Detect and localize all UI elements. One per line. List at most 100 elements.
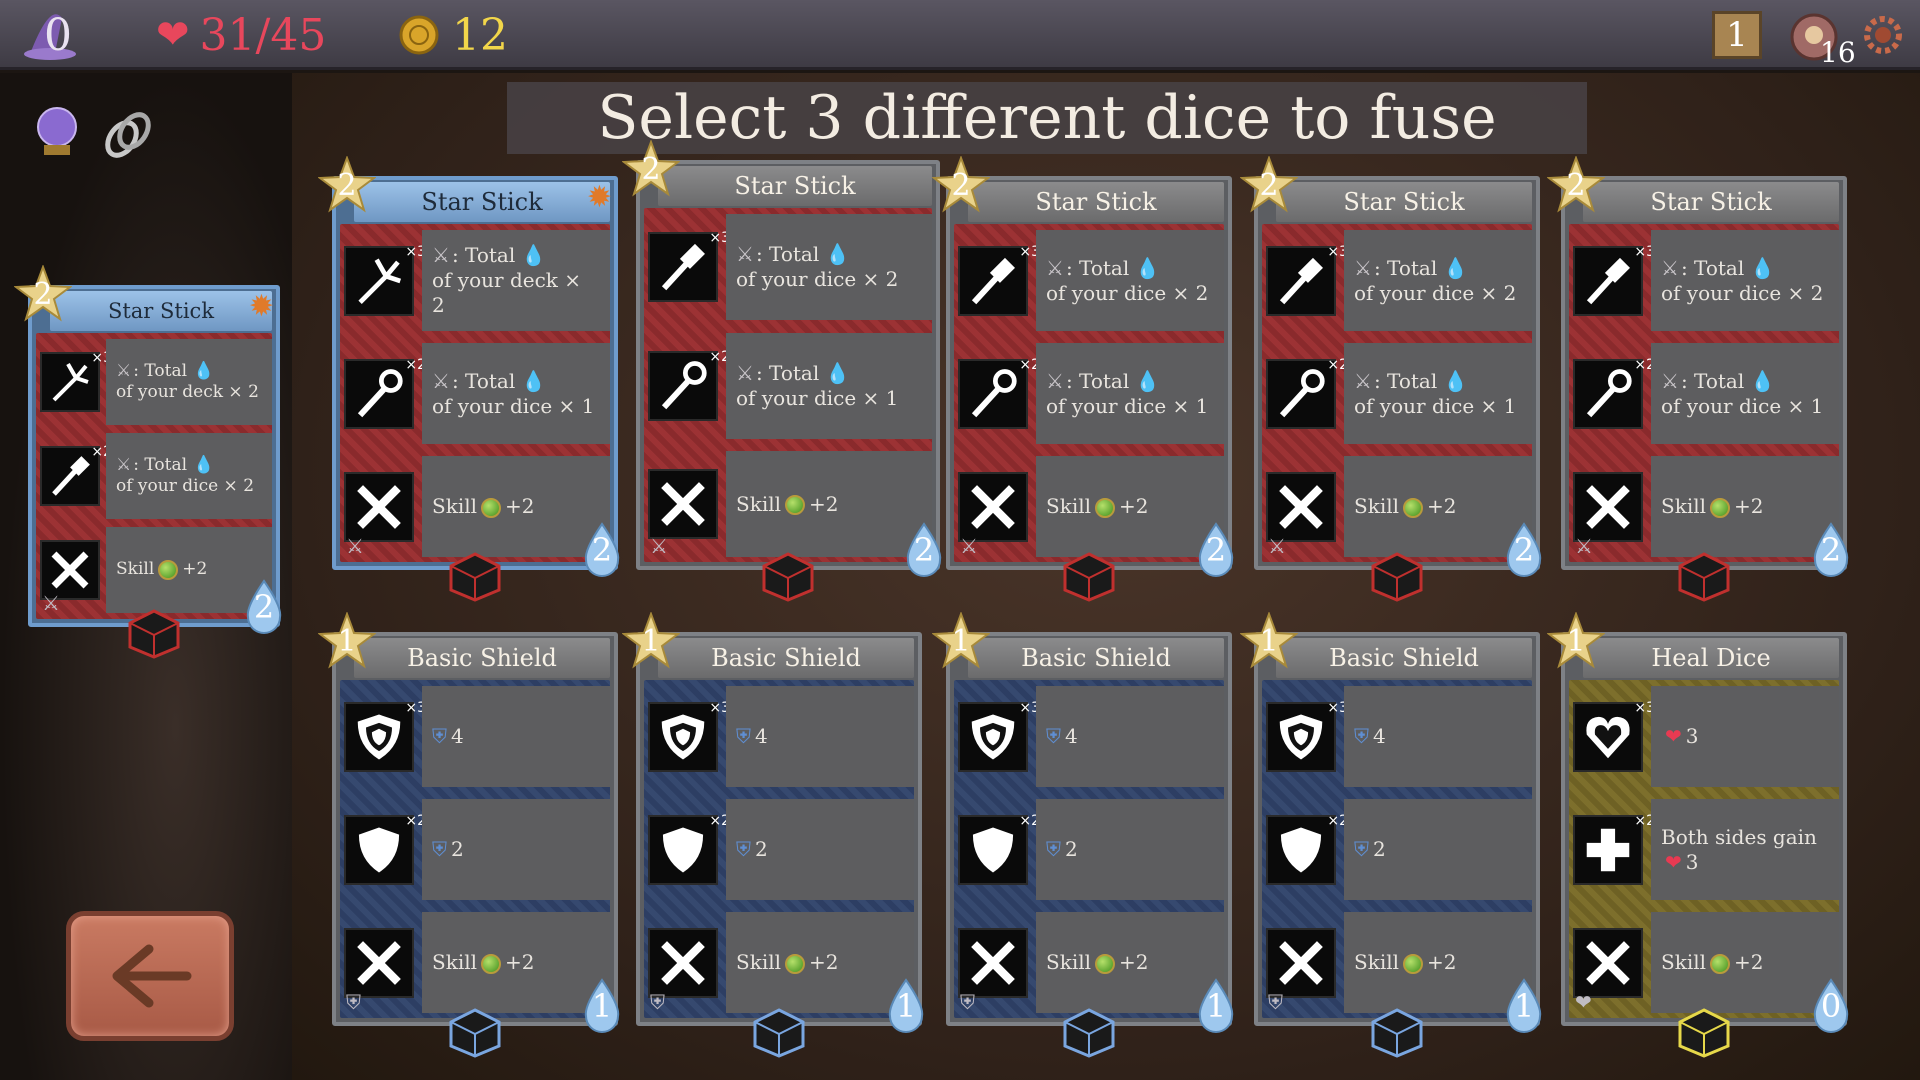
level-star: 2 bbox=[318, 156, 376, 214]
dice-card[interactable]: Star Stick ×3 ⚔: Total 💧 of your dice × 2 ×2 ⚔… bbox=[622, 140, 942, 602]
face-description: Both sides gain ❤ 3 bbox=[1651, 799, 1839, 900]
green-gem-icon bbox=[785, 953, 806, 974]
face-description: ⚔: Total 💧 of your dice × 1 bbox=[726, 333, 932, 439]
face-description: ⚔: Total 💧 of your deck × 2 bbox=[106, 339, 272, 425]
settings-button[interactable] bbox=[1858, 8, 1908, 62]
skill-label: Skill bbox=[1661, 950, 1707, 974]
sword-icon: ⚔ bbox=[736, 242, 754, 266]
face-line1: : Total bbox=[755, 361, 820, 385]
skill-value: +2 bbox=[809, 491, 839, 516]
dice-face: ×3 ⛨ 4 bbox=[644, 686, 914, 787]
cost-drop: 1 bbox=[884, 978, 928, 1034]
sword-icon: ⚔ bbox=[1046, 368, 1064, 393]
crest-shield-icon: ×3 bbox=[648, 700, 730, 772]
dice-face: ×2 ⚔: Total 💧 of your dice × 1 bbox=[954, 343, 1224, 444]
shield-value-icon: ⛨ bbox=[1046, 837, 1061, 861]
face-description: ⚔: Total 💧 of your deck × 2 bbox=[422, 230, 610, 331]
dice-face: Skill +2 bbox=[644, 451, 932, 557]
dice-face: ×3 ⚔: Total 💧 of your deck × 2 bbox=[36, 339, 272, 425]
face-line2: of your dice × 2 bbox=[116, 475, 255, 496]
skill-value: +2 bbox=[505, 494, 535, 518]
sword-icon: ⚔ bbox=[1661, 255, 1679, 280]
dice-card[interactable]: Basic Shield ×3 ⛨ 4 ×2 ⛨ 2 Skill +2 ⛨ 1 1 bbox=[318, 612, 620, 1058]
face-value: 2 bbox=[451, 837, 464, 861]
selected-dice-card[interactable]: Star Stick ✹ ×3 ⚔: Total 💧 of your deck × … bbox=[14, 265, 282, 659]
skill-label: Skill bbox=[116, 559, 155, 580]
shield-value-icon: ⛨ bbox=[736, 724, 751, 748]
face-description: ⛨ 2 bbox=[1036, 799, 1224, 900]
map-button[interactable]: 1 bbox=[1712, 8, 1766, 62]
dice-face: ×2 ⚔: Total 💧 of your dice × 1 bbox=[340, 343, 610, 444]
dice-card[interactable]: Basic Shield ×3 ⛨ 4 ×2 ⛨ 2 Skill +2 ⛨ 1 1 bbox=[932, 612, 1234, 1058]
face-line1: : Total bbox=[133, 454, 188, 475]
dice-face: ×3 ⚔: Total 💧 of your dice × 2 bbox=[1569, 230, 1839, 331]
shield-value-icon: ⛨ bbox=[1354, 724, 1369, 748]
cross-icon bbox=[958, 471, 1028, 542]
cost-drop: 1 bbox=[1502, 978, 1546, 1034]
dice-face: Skill +2 bbox=[954, 912, 1224, 1013]
dice-face: ×3 ⚔: Total 💧 of your deck × 2 bbox=[340, 230, 610, 331]
face-description: ⚔: Total 💧 of your dice × 1 bbox=[422, 343, 610, 444]
green-gem-icon bbox=[1710, 953, 1731, 974]
dice-card[interactable]: Basic Shield ×3 ⛨ 4 ×2 ⛨ 2 Skill +2 ⛨ 1 1 bbox=[1240, 612, 1542, 1058]
face-description: ⚔: Total 💧 of your dice × 1 bbox=[1344, 343, 1532, 444]
face-line1: Both sides gain bbox=[1661, 824, 1817, 849]
skill-label: Skill bbox=[432, 950, 478, 974]
dice-face: ×3 ⚔: Total 💧 of your dice × 2 bbox=[1262, 230, 1532, 331]
dice-card[interactable]: Heal Dice ×3 ❤ 3 ×2 Both sides gain ❤ 3 Skill +2 ❤… bbox=[1547, 612, 1849, 1058]
dice-card[interactable]: Basic Shield ×3 ⛨ 4 ×2 ⛨ 2 Skill +2 ⛨ 1 1 bbox=[622, 612, 924, 1058]
face-line2: of your dice × 1 bbox=[1046, 393, 1209, 418]
dice-card[interactable]: Star Stick ×3 ⚔: Total 💧 of your dice × 2 ×2 ⚔… bbox=[1547, 156, 1849, 602]
face-line1: : Total bbox=[755, 242, 820, 266]
sword-icon: ⚔ bbox=[1354, 368, 1372, 393]
dice-face: Skill +2 bbox=[1262, 912, 1532, 1013]
shield-type-icon: ⛨ bbox=[1268, 990, 1283, 1014]
dice-cube-icon bbox=[128, 609, 180, 659]
dice-card[interactable]: Star Stick ×3 ⚔: Total 💧 of your dice × 2 ×2 ⚔… bbox=[1240, 156, 1542, 602]
card-faces: ×3 ⛨ 4 ×2 ⛨ 2 Skill +2 bbox=[644, 680, 914, 1018]
face-line1: : Total bbox=[1065, 255, 1130, 280]
dice-face: ×3 ⛨ 4 bbox=[340, 686, 610, 787]
crest-shield-icon: ×3 bbox=[958, 700, 1040, 772]
face-description: ⚔: Total 💧 of your dice × 1 bbox=[1651, 343, 1839, 444]
level-star: 1 bbox=[1240, 612, 1298, 670]
hat-count: 0 bbox=[44, 9, 72, 61]
potion-bag-button[interactable]: 16 bbox=[1788, 8, 1856, 69]
heart-icon: ❤ bbox=[1665, 849, 1682, 874]
face-line2: of your dice × 2 bbox=[1661, 280, 1824, 305]
skill-value: +2 bbox=[1734, 950, 1764, 974]
card-title: Star Stick bbox=[1276, 182, 1532, 222]
cost-drop: 2 bbox=[1809, 522, 1853, 578]
level-star: 2 bbox=[14, 265, 72, 323]
water-drop-icon: 💧 bbox=[521, 243, 547, 267]
cost-value: 1 bbox=[1205, 987, 1227, 1025]
crystal-ball-icon bbox=[37, 107, 77, 155]
level-value: 2 bbox=[951, 167, 971, 203]
map-icon: 1 bbox=[1712, 11, 1762, 59]
face-line1: : Total bbox=[1373, 368, 1438, 393]
back-button[interactable] bbox=[66, 911, 234, 1041]
shield-value-icon: ⛨ bbox=[432, 837, 447, 861]
sword-type-icon: ⚔ bbox=[960, 534, 978, 558]
card-title: Star Stick bbox=[1583, 182, 1839, 222]
cost-value: 2 bbox=[1205, 531, 1227, 569]
skill-label: Skill bbox=[432, 494, 478, 518]
level-star: 1 bbox=[622, 612, 680, 670]
face-line2: of your dice × 2 bbox=[736, 267, 899, 291]
face-value: 3 bbox=[1685, 724, 1699, 748]
dice-card[interactable]: Star Stick ×3 ⚔: Total 💧 of your dice × 2 ×2 ⚔… bbox=[932, 156, 1234, 602]
green-gem-icon bbox=[481, 953, 502, 974]
dice-face: Skill +2 bbox=[1569, 912, 1839, 1013]
trident-icon: ×3 bbox=[344, 244, 426, 316]
face-description: ⛨ 4 bbox=[1344, 686, 1532, 787]
level-value: 2 bbox=[33, 276, 53, 312]
dice-face: Skill +2 bbox=[644, 912, 914, 1013]
skill-value: +2 bbox=[1427, 950, 1457, 974]
wand-icon: ×3 bbox=[1266, 244, 1348, 316]
dice-card[interactable]: Star Stick ×3 ⚔: Total 💧 of your deck × 2 ×2 ⚔… bbox=[318, 156, 620, 602]
level-star: 2 bbox=[1240, 156, 1298, 214]
level-star: 1 bbox=[1547, 612, 1605, 670]
dice-face: ×3 ⚔: Total 💧 of your dice × 2 bbox=[954, 230, 1224, 331]
cost-value: 0 bbox=[1820, 987, 1842, 1025]
green-gem-icon bbox=[1095, 497, 1116, 518]
